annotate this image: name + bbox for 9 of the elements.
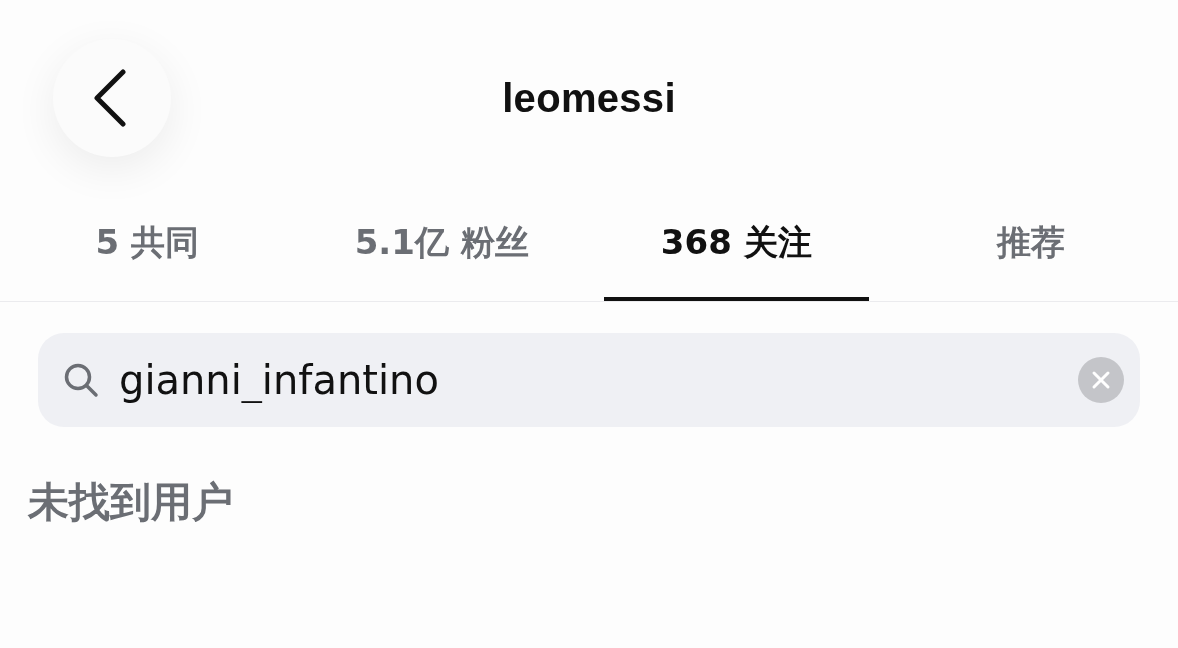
tab[interactable]: 推荐 [898,196,1163,301]
tab[interactable]: 5.1亿 粉丝 [309,196,574,301]
back-icon [94,69,126,127]
close-icon [1091,370,1111,390]
tab[interactable]: 368 关注 [604,196,869,301]
profile-username: leomessi [502,75,676,121]
search-icon [63,362,99,398]
no-results-message: 未找到用户 [28,478,233,526]
tab[interactable]: 5 共同 [15,196,280,301]
